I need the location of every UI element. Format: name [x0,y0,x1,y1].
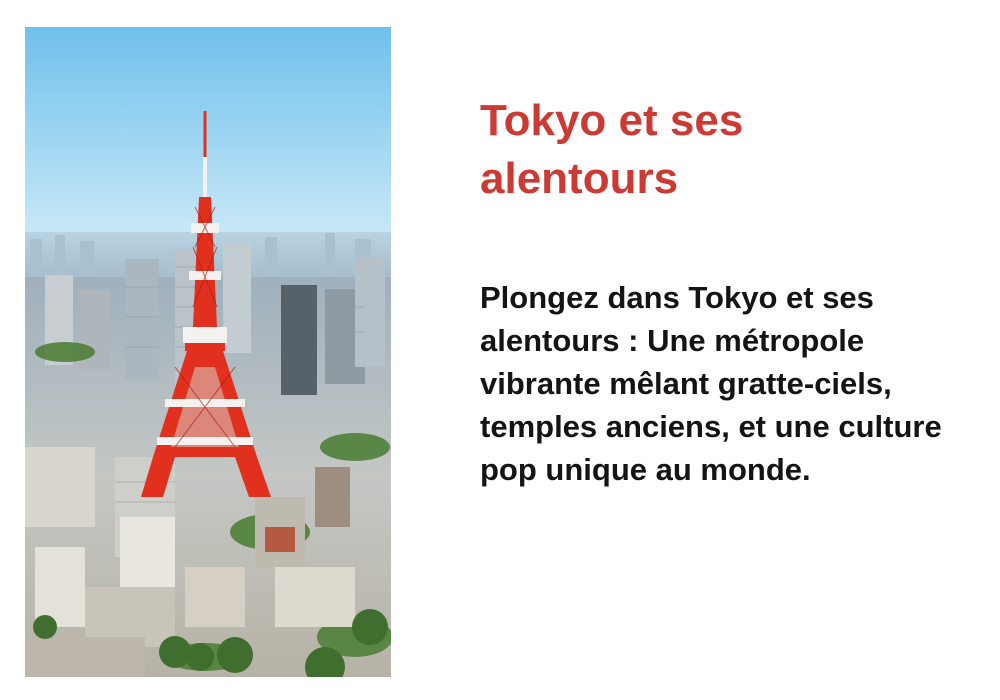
tokyo-tower-photo [25,27,391,677]
destination-card: Tokyo et ses alentours Plongez dans Toky… [0,0,1000,700]
destination-description: Plongez dans Tokyo et ses alentours : Un… [480,280,942,487]
page-title: Tokyo et ses alentours [480,96,744,203]
